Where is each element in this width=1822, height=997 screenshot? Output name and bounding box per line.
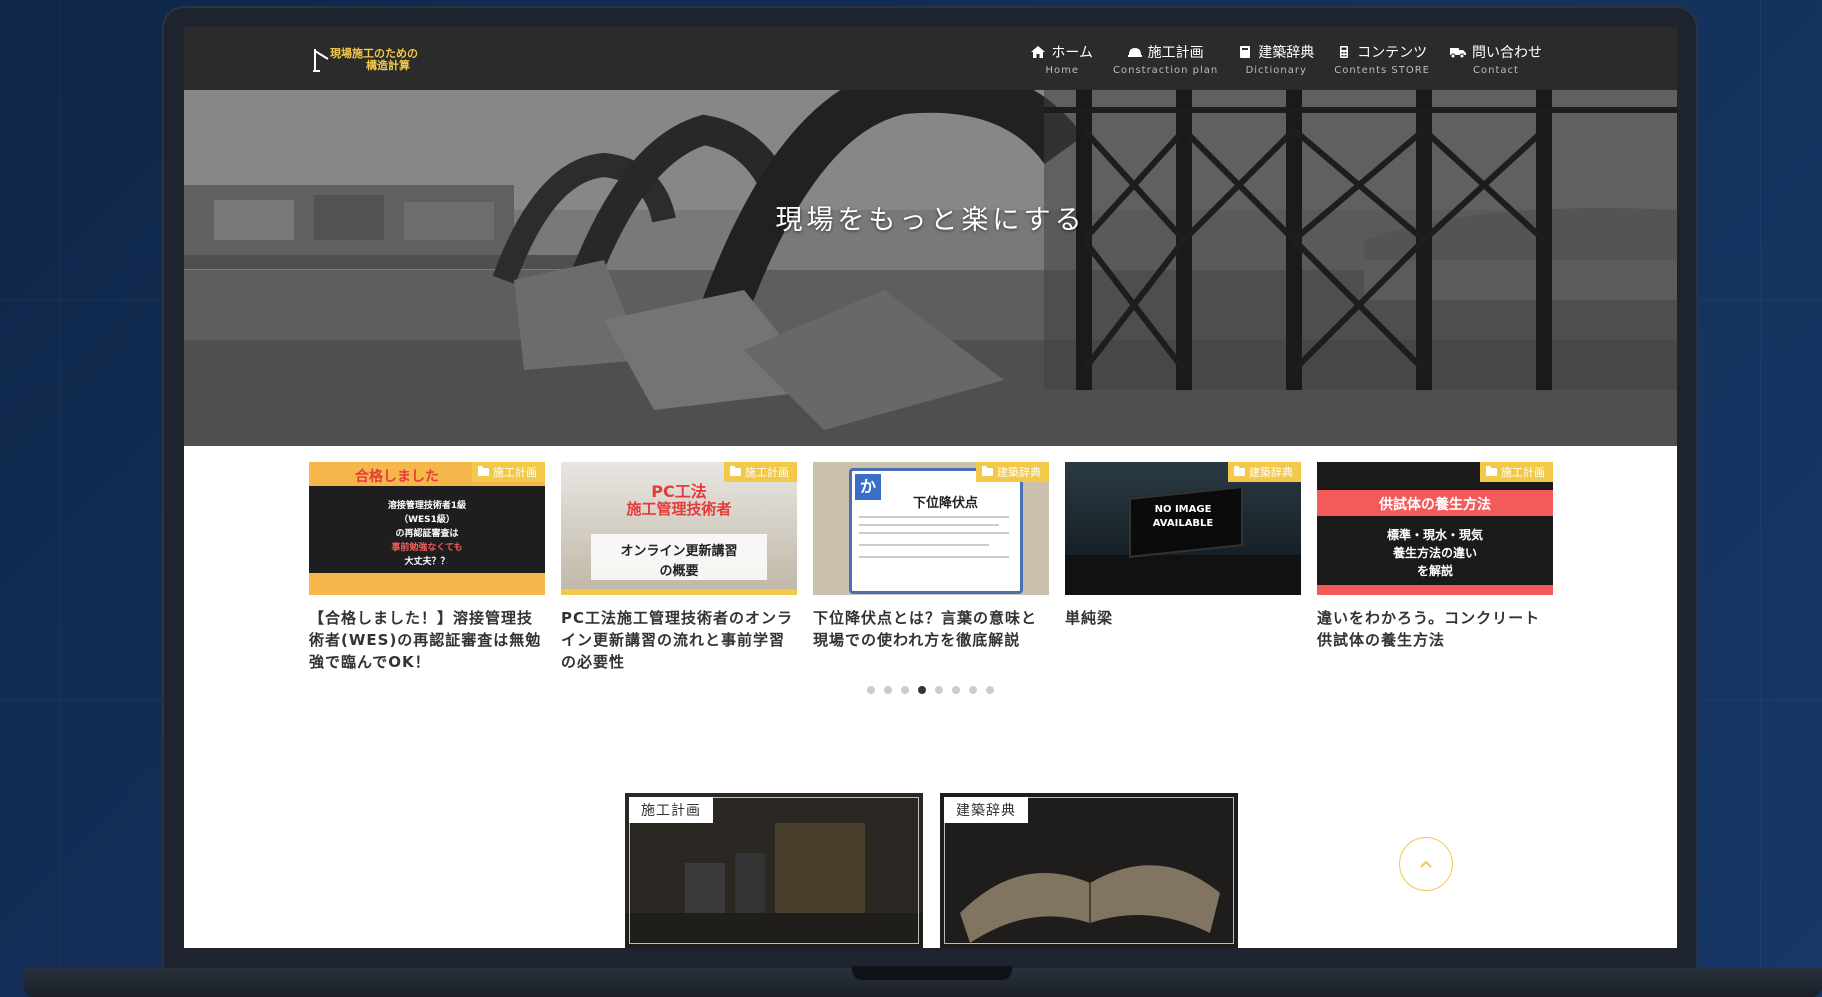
card-thumbnail: 合格しました 溶接管理技術者1級 （WES1級） の再認証審査は 事前勉強なくて… (309, 462, 545, 595)
nav-label: 施工計画 (1147, 45, 1204, 61)
tile-label: 建築辞典 (944, 797, 1028, 823)
thumb-text: 事前勉強なくても (391, 543, 463, 553)
carousel-dot[interactable] (935, 686, 943, 694)
folder-icon (1234, 466, 1245, 476)
hero-title: 現場をもっと楽にする (775, 205, 1086, 236)
laptop-notch (852, 966, 1012, 980)
nav-item-dictionary[interactable]: 建築辞典 Dictionary (1238, 42, 1314, 76)
card-title[interactable]: 下位降伏点とは？言葉の意味と現場での使われ方を徹底解説 (813, 607, 1049, 651)
card-title[interactable]: PC工法施工管理技術者のオンライン更新講習の流れと事前学習の必要性 (561, 607, 797, 673)
carousel-dot[interactable] (884, 686, 892, 694)
nav-item-contents[interactable]: コンテンツ Contents STORE (1334, 42, 1430, 76)
thumb-text: か (855, 474, 881, 500)
browser-screen: 現場施工のための 構造計算 ホーム Home 施工計画 Constraction… (184, 27, 1677, 948)
category-label: 施工計画 (745, 466, 789, 479)
category-label: 施工計画 (1501, 466, 1545, 479)
main-nav: ホーム Home 施工計画 Constraction plan 建築辞典 Dic… (1031, 42, 1542, 76)
nav-label: コンテンツ (1357, 45, 1428, 61)
nav-sublabel: Dictionary (1245, 65, 1307, 76)
category-badge[interactable]: 施工計画 (724, 462, 797, 482)
carousel-card[interactable]: PC工法 施工管理技術者 オンライン更新講習 の概要 施工計画 PC工法施工管理… (561, 462, 797, 673)
thumb-text: 溶接管理技術者1級 (387, 501, 467, 511)
thumb-text: 施工管理技術者 (626, 500, 732, 518)
category-badge[interactable]: 施工計画 (472, 462, 545, 482)
card-thumbnail: か 下位降伏点 建築辞典 (813, 462, 1049, 595)
tile-label: 施工計画 (629, 797, 713, 823)
thumb-text: 大丈夫？？ (404, 557, 450, 567)
site-header: 現場施工のための 構造計算 ホーム Home 施工計画 Constraction… (184, 27, 1677, 90)
carousel-dot[interactable] (969, 686, 977, 694)
thumb-text: の再認証審査は (395, 529, 459, 539)
thumb-text: NO IMAGE (1154, 504, 1212, 515)
bridge-photo (184, 90, 1677, 446)
category-label: 施工計画 (493, 466, 537, 479)
hero-banner: 現場をもっと楽にする (184, 90, 1677, 446)
category-tile-construction-plan[interactable]: 施工計画 (625, 793, 923, 948)
thumb-text: 養生方法の違い (1392, 546, 1477, 560)
folder-icon (1486, 466, 1497, 476)
carousel-dot[interactable] (986, 686, 994, 694)
nav-sublabel: Contents STORE (1334, 65, 1430, 76)
carousel-dot[interactable] (867, 686, 875, 694)
carousel-card[interactable]: NO IMAGE AVAILABLE 建築辞典 単純梁 (1065, 462, 1301, 629)
logo-text-line2: 構造計算 (366, 59, 410, 72)
background-grid-line (60, 0, 61, 997)
carousel-dot[interactable] (901, 686, 909, 694)
site-logo[interactable]: 現場施工のための 構造計算 (312, 45, 432, 75)
card-thumbnail: 供試体の養生方法 標準・現水・現気 養生方法の違い を解説 施工計画 (1317, 462, 1553, 595)
category-badge[interactable]: 施工計画 (1480, 462, 1553, 482)
background-grid-line (1760, 0, 1761, 997)
nav-sublabel: Constraction plan (1113, 65, 1219, 76)
scroll-to-top-button[interactable] (1399, 837, 1453, 891)
logo-text: 現場施工のための 構造計算 (330, 48, 418, 72)
card-thumbnail: NO IMAGE AVAILABLE 建築辞典 (1065, 462, 1301, 595)
calculator-icon (1340, 46, 1349, 58)
card-thumbnail: PC工法 施工管理技術者 オンライン更新講習 の概要 施工計画 (561, 462, 797, 595)
thumb-text: AVAILABLE (1152, 518, 1214, 529)
thumb-text: 標準・現水・現気 (1386, 528, 1483, 542)
chevron-up-icon (1420, 860, 1432, 868)
category-label: 建築辞典 (997, 466, 1041, 479)
thumb-text: 供試体の養生方法 (1379, 497, 1491, 513)
thumb-text: 下位降伏点 (913, 496, 979, 511)
nav-label: ホーム (1051, 45, 1093, 61)
folder-icon (730, 466, 741, 476)
card-title[interactable]: 【合格しました！】溶接管理技術者(WES)の再認証審査は無勉強で臨んでOK！ (309, 607, 545, 673)
folder-icon (478, 466, 489, 476)
post-carousel: 合格しました 溶接管理技術者1級 （WES1級） の再認証審査は 事前勉強なくて… (309, 462, 1553, 712)
nav-sublabel: Contact (1473, 65, 1519, 76)
thumb-text: オンライン更新講習 (620, 544, 738, 559)
card-title[interactable]: 違いをわかろう。コンクリート供試体の養生方法 (1317, 607, 1553, 651)
crane-logo-icon (313, 49, 329, 72)
truck-icon (1450, 48, 1466, 58)
nav-sublabel: Home (1045, 65, 1079, 76)
thumb-text: の概要 (659, 564, 699, 579)
category-tile-dictionary[interactable]: 建築辞典 (940, 793, 1238, 948)
nav-item-construction-plan[interactable]: 施工計画 Constraction plan (1113, 42, 1218, 76)
thumb-text: （WES1級） (399, 515, 455, 525)
carousel-card[interactable]: 供試体の養生方法 標準・現水・現気 養生方法の違い を解説 施工計画 違いをわか… (1317, 462, 1553, 651)
category-badge[interactable]: 建築辞典 (976, 462, 1049, 482)
thumb-text: を解説 (1416, 564, 1453, 578)
nav-item-contact[interactable]: 問い合わせ Contact (1450, 42, 1542, 76)
carousel-card[interactable]: か 下位降伏点 建築辞典 下位降伏点とは？言葉の意味と現場での使われ方を徹底解説 (813, 462, 1049, 651)
carousel-dot[interactable] (918, 686, 926, 694)
card-title[interactable]: 単純梁 (1065, 607, 1301, 629)
hardhat-icon (1127, 48, 1142, 57)
category-badge[interactable]: 建築辞典 (1228, 462, 1301, 482)
nav-label: 建築辞典 (1258, 45, 1315, 61)
carousel-dot[interactable] (952, 686, 960, 694)
category-label: 建築辞典 (1249, 466, 1293, 479)
carousel-card[interactable]: 合格しました 溶接管理技術者1級 （WES1級） の再認証審査は 事前勉強なくて… (309, 462, 545, 673)
book-icon (1240, 46, 1251, 58)
nav-item-home[interactable]: ホーム Home (1031, 42, 1093, 76)
carousel-dots (184, 686, 1677, 694)
nav-label: 問い合わせ (1472, 45, 1542, 61)
home-icon (1031, 46, 1046, 58)
folder-icon (982, 466, 993, 476)
